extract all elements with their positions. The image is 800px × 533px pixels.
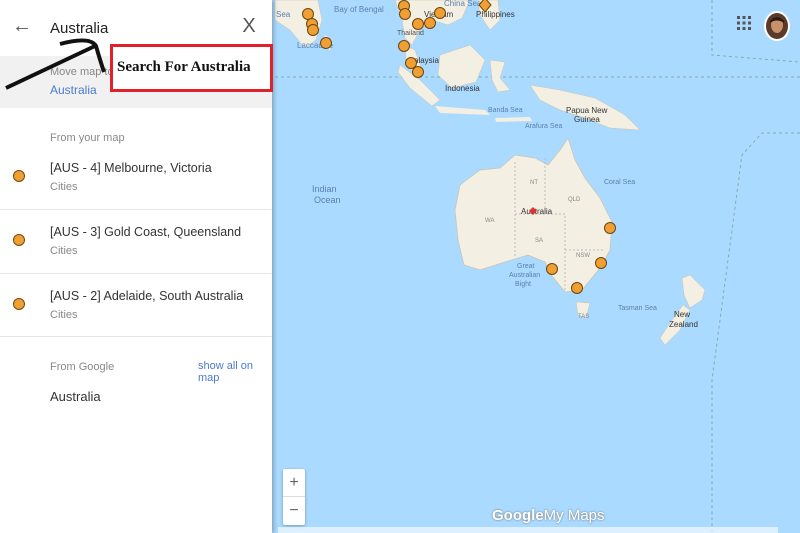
map-marker[interactable] xyxy=(320,37,332,49)
zoom-out-button[interactable]: − xyxy=(283,497,305,524)
map-label-tasman: Tasman Sea xyxy=(618,305,657,312)
result-title: [AUS - 4] Melbourne, Victoria xyxy=(50,161,212,175)
map-marker[interactable] xyxy=(604,222,616,234)
map-label-banda-sea: Banda Sea xyxy=(488,107,523,114)
apps-grid-button[interactable] xyxy=(735,14,753,32)
result-title: [AUS - 3] Gold Coast, Queensland xyxy=(50,225,242,239)
my-maps-wordmark: My Maps xyxy=(543,507,605,524)
map-label-nt: NT xyxy=(530,180,538,186)
map-label-bay-of-bengal: Bay of Bengal xyxy=(334,5,384,14)
map-label-new: New xyxy=(674,310,690,319)
clear-search-button[interactable]: X xyxy=(238,14,260,38)
annotation-arrow-icon xyxy=(5,38,106,90)
annotation-text: Search For Australia xyxy=(117,59,251,75)
annotation-callout: Search For Australia xyxy=(110,44,273,92)
map-marker[interactable] xyxy=(412,66,424,78)
map-label-thailand: Thailand xyxy=(397,30,424,37)
marker-dot-icon xyxy=(13,234,25,246)
google-result[interactable]: Australia xyxy=(50,389,101,404)
map-label-australian: Australian xyxy=(509,272,540,279)
map-label-nsw: NSW xyxy=(576,253,590,259)
map-attribution-bar xyxy=(278,527,778,533)
map-label-sea: Sea xyxy=(276,10,291,19)
map-label-coral-sea: Coral Sea xyxy=(604,179,635,186)
map-label-wa: WA xyxy=(485,218,494,224)
google-my-maps-logo: GoogleMy Maps xyxy=(492,507,605,524)
google-wordmark: Google xyxy=(492,507,544,524)
map-marker[interactable] xyxy=(405,57,417,69)
map-label-bight: Bight xyxy=(515,281,531,288)
apps-grid-icon xyxy=(737,16,751,30)
map-marker[interactable] xyxy=(434,7,446,19)
marker-dot-icon xyxy=(13,170,25,182)
avatar-icon xyxy=(770,17,784,33)
map-label-malaysia: alaysia xyxy=(414,56,439,65)
map-label-great: Great xyxy=(517,263,535,270)
map-marker[interactable] xyxy=(424,17,436,29)
map-marker[interactable] xyxy=(398,40,410,52)
map-marker[interactable] xyxy=(307,24,319,36)
result-subtitle: Cities xyxy=(50,181,78,193)
result-item[interactable]: [AUS - 4] Melbourne, Victoria Cities xyxy=(0,147,272,210)
map-marker[interactable] xyxy=(412,18,424,30)
result-item[interactable]: [AUS - 3] Gold Coast, Queensland Cities xyxy=(0,211,272,274)
map-label-guinea: Guinea xyxy=(574,115,600,124)
map-label-sa: SA xyxy=(535,238,543,244)
zoom-controls: + − xyxy=(283,469,305,525)
map-marker[interactable] xyxy=(595,257,607,269)
map-label-tas: TAS xyxy=(578,314,589,320)
map-label-ocean: Ocean xyxy=(314,195,341,205)
result-subtitle: Cities xyxy=(50,309,78,321)
from-google-heading: From Google xyxy=(50,361,115,373)
from-your-map-heading: From your map xyxy=(50,132,125,144)
show-all-on-map-link[interactable]: show all on map xyxy=(198,360,272,384)
zoom-in-button[interactable]: + xyxy=(283,469,305,496)
account-avatar[interactable] xyxy=(764,11,790,41)
map-label-china-sea: China Sea xyxy=(444,0,482,8)
map-label-zealand: Zealand xyxy=(669,320,698,329)
map-label-indonesia: Indonesia xyxy=(445,84,480,93)
result-item[interactable]: [AUS - 2] Adelaide, South Australia Citi… xyxy=(0,275,272,337)
map-marker[interactable] xyxy=(571,282,583,294)
map-label-arafura: Arafura Sea xyxy=(525,123,562,130)
map-label-qld: QLD xyxy=(568,197,581,203)
result-title: [AUS - 2] Adelaide, South Australia xyxy=(50,289,244,303)
map-marker[interactable] xyxy=(302,8,314,20)
map-marker[interactable] xyxy=(399,8,411,20)
divider xyxy=(0,336,272,337)
marker-dot-icon xyxy=(13,298,25,310)
map-label-philippines: Philippines xyxy=(476,10,515,19)
close-icon: X xyxy=(242,15,256,37)
result-subtitle: Cities xyxy=(50,245,78,257)
map-label-papua: Papua New xyxy=(566,106,608,115)
map-label-indian: Indian xyxy=(312,184,337,194)
map-label-australia: Australia xyxy=(521,207,553,216)
map-marker[interactable] xyxy=(546,263,558,275)
